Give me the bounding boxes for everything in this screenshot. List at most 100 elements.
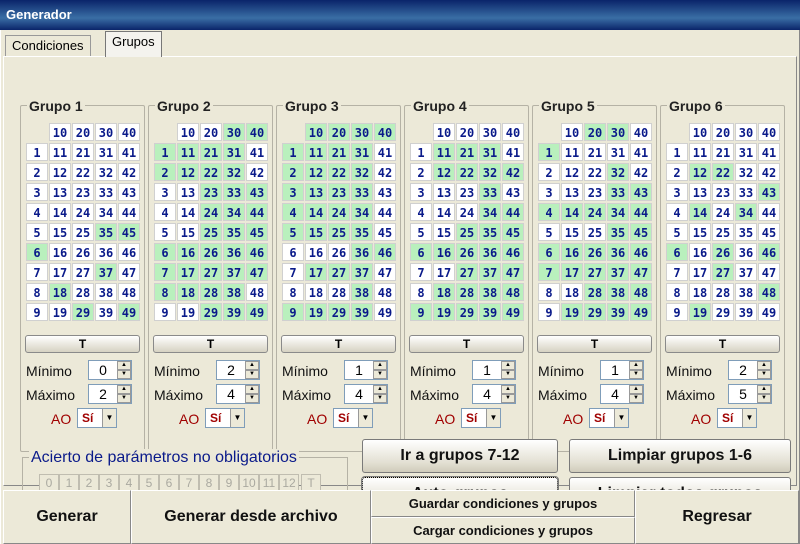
number-cell[interactable]: 25	[200, 223, 222, 241]
number-cell[interactable]: 27	[456, 263, 478, 281]
spin-down-icon[interactable]: ▼	[245, 394, 259, 403]
maximo-spinner[interactable]: 4 ▲ ▼	[600, 384, 644, 404]
minimo-value[interactable]: 2	[729, 361, 757, 379]
number-cell[interactable]: 33	[223, 183, 245, 201]
number-cell[interactable]: 35	[607, 223, 629, 241]
number-cell[interactable]: 39	[607, 303, 629, 321]
spin-down-icon[interactable]: ▼	[117, 370, 131, 379]
ao-select[interactable]: Sí ▼	[717, 408, 757, 428]
number-cell[interactable]: 44	[246, 203, 268, 221]
number-cell[interactable]: 19	[305, 303, 327, 321]
number-cell[interactable]: 25	[72, 223, 94, 241]
number-cell[interactable]: 43	[758, 183, 780, 201]
number-cell[interactable]: 1	[282, 143, 304, 161]
number-cell[interactable]: 8	[410, 283, 432, 301]
number-cell[interactable]: 32	[223, 163, 245, 181]
number-cell[interactable]: 19	[689, 303, 711, 321]
number-cell[interactable]: 33	[351, 183, 373, 201]
number-cell[interactable]: 1	[666, 143, 688, 161]
number-cell[interactable]: 3	[26, 183, 48, 201]
number-cell[interactable]: 12	[305, 163, 327, 181]
regresar-button[interactable]: Regresar	[635, 490, 799, 544]
number-cell[interactable]: 24	[72, 203, 94, 221]
number-cell[interactable]: 6	[154, 243, 176, 261]
number-cell[interactable]: 8	[666, 283, 688, 301]
number-cell[interactable]: 44	[118, 203, 140, 221]
number-cell[interactable]: 21	[456, 143, 478, 161]
number-cell[interactable]: 36	[735, 243, 757, 261]
number-cell[interactable]: 37	[95, 263, 117, 281]
spin-up-icon[interactable]: ▲	[245, 385, 259, 394]
number-cell[interactable]: 31	[223, 143, 245, 161]
number-cell[interactable]: 34	[223, 203, 245, 221]
number-cell[interactable]: 49	[374, 303, 396, 321]
number-cell[interactable]: 8	[26, 283, 48, 301]
number-cell[interactable]: 11	[305, 143, 327, 161]
number-cell[interactable]: 31	[607, 143, 629, 161]
number-cell[interactable]: 4	[410, 203, 432, 221]
toggle-all-button[interactable]: T	[25, 335, 140, 353]
number-cell[interactable]: 37	[607, 263, 629, 281]
number-cell[interactable]: 46	[630, 243, 652, 261]
number-cell[interactable]: 27	[712, 263, 734, 281]
number-cell[interactable]: 24	[200, 203, 222, 221]
number-cell[interactable]: 28	[328, 283, 350, 301]
number-cell[interactable]: 47	[374, 263, 396, 281]
spin-down-icon[interactable]: ▼	[117, 394, 131, 403]
number-cell[interactable]: 27	[72, 263, 94, 281]
number-cell[interactable]: 44	[502, 203, 524, 221]
number-cell[interactable]: 22	[328, 163, 350, 181]
number-cell[interactable]: 44	[374, 203, 396, 221]
spin-up-icon[interactable]: ▲	[117, 385, 131, 394]
number-cell[interactable]: 6	[666, 243, 688, 261]
spin-down-icon[interactable]: ▼	[629, 370, 643, 379]
number-cell[interactable]: 7	[282, 263, 304, 281]
number-cell[interactable]: 18	[689, 283, 711, 301]
number-cell[interactable]: 35	[351, 223, 373, 241]
number-cell[interactable]: 14	[561, 203, 583, 221]
number-cell[interactable]: 13	[689, 183, 711, 201]
number-cell[interactable]: 5	[410, 223, 432, 241]
maximo-value[interactable]: 4	[217, 385, 245, 403]
number-cell[interactable]: 44	[758, 203, 780, 221]
number-cell[interactable]: 38	[223, 283, 245, 301]
maximo-spinner[interactable]: 4 ▲ ▼	[344, 384, 388, 404]
number-cell[interactable]: 28	[72, 283, 94, 301]
number-cell[interactable]: 41	[118, 143, 140, 161]
number-cell[interactable]: 23	[72, 183, 94, 201]
number-cell[interactable]: 41	[502, 143, 524, 161]
number-cell[interactable]: 31	[95, 143, 117, 161]
number-cell[interactable]: 1	[538, 143, 560, 161]
number-cell[interactable]: 18	[433, 283, 455, 301]
ao-select[interactable]: Sí ▼	[589, 408, 629, 428]
number-cell[interactable]: 2	[410, 163, 432, 181]
number-cell[interactable]: 39	[735, 303, 757, 321]
number-cell[interactable]: 35	[479, 223, 501, 241]
number-cell[interactable]: 46	[502, 243, 524, 261]
column-header-cell[interactable]: 40	[246, 123, 268, 141]
number-cell[interactable]: 3	[410, 183, 432, 201]
spin-up-icon[interactable]: ▲	[373, 385, 387, 394]
number-cell[interactable]: 29	[456, 303, 478, 321]
number-cell[interactable]: 8	[538, 283, 560, 301]
column-header-cell[interactable]: 30	[351, 123, 373, 141]
number-cell[interactable]: 32	[735, 163, 757, 181]
number-cell[interactable]: 22	[456, 163, 478, 181]
spin-up-icon[interactable]: ▲	[629, 361, 643, 370]
toggle-all-button[interactable]: T	[665, 335, 780, 353]
spin-down-icon[interactable]: ▼	[373, 394, 387, 403]
number-cell[interactable]: 26	[712, 243, 734, 261]
number-cell[interactable]: 1	[154, 143, 176, 161]
number-cell[interactable]: 14	[177, 203, 199, 221]
spin-down-icon[interactable]: ▼	[757, 370, 771, 379]
column-header-cell[interactable]: 10	[177, 123, 199, 141]
number-cell[interactable]: 26	[456, 243, 478, 261]
number-cell[interactable]: 2	[666, 163, 688, 181]
number-cell[interactable]: 45	[502, 223, 524, 241]
number-cell[interactable]: 31	[351, 143, 373, 161]
number-cell[interactable]: 41	[758, 143, 780, 161]
number-cell[interactable]: 3	[538, 183, 560, 201]
number-cell[interactable]: 17	[433, 263, 455, 281]
number-cell[interactable]: 21	[712, 143, 734, 161]
maximo-value[interactable]: 2	[89, 385, 117, 403]
